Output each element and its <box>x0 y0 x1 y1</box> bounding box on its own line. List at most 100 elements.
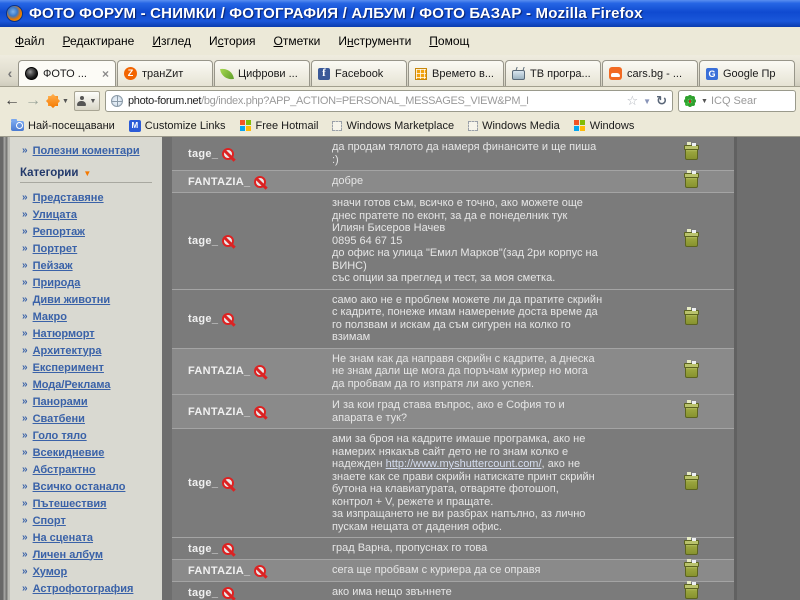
sidebar-item-13[interactable]: »Сватбени <box>10 410 162 427</box>
sidebar-item-21[interactable]: »Личен албум <box>10 546 162 563</box>
reload-icon[interactable]: ↻ <box>656 93 667 109</box>
back-button[interactable]: ← <box>4 93 20 109</box>
category-link[interactable]: Портрет <box>33 243 78 255</box>
tab-tranzit[interactable]: транZит <box>117 60 213 86</box>
category-link[interactable]: Панорами <box>33 396 88 408</box>
blocked-icon[interactable] <box>222 543 234 555</box>
blocked-icon[interactable] <box>254 365 266 377</box>
icq-flower-icon[interactable] <box>683 95 696 108</box>
sidebar-item-23[interactable]: »Астрофотография <box>10 580 162 597</box>
identity-button[interactable]: ▼ <box>74 91 100 111</box>
category-link[interactable]: Пътешествия <box>33 498 107 510</box>
quick-launch-button[interactable]: ▼ <box>46 94 69 108</box>
menu-item-bookmarks[interactable]: Отметки <box>265 30 330 52</box>
sidebar-item-6[interactable]: »Диви животни <box>10 291 162 308</box>
sidebar-item-3[interactable]: »Портрет <box>10 240 162 257</box>
blocked-icon[interactable] <box>222 587 234 599</box>
blocked-icon[interactable] <box>222 235 234 247</box>
delete-message-button[interactable] <box>685 312 698 325</box>
category-link[interactable]: Представяне <box>33 192 104 204</box>
search-input[interactable]: ICQ Sear <box>711 95 757 107</box>
forward-button[interactable]: → <box>25 93 41 109</box>
category-link[interactable]: Улицата <box>33 209 77 221</box>
tab-scroll-left-button[interactable]: ‹ <box>2 61 18 85</box>
category-link[interactable]: Сватбени <box>33 413 85 425</box>
username-link[interactable]: tage_ <box>188 235 218 247</box>
url-text[interactable]: photo-forum.net /bg/index.php?APP_ACTION… <box>128 95 622 107</box>
username-link[interactable]: tage_ <box>188 587 218 599</box>
sidebar-item-15[interactable]: »Всекидневие <box>10 444 162 461</box>
category-link[interactable]: Личен албум <box>33 549 103 561</box>
username-link[interactable]: FANTAZIA_ <box>188 176 250 188</box>
sidebar-item-17[interactable]: »Всичко останало <box>10 478 162 495</box>
bookmark-free-hotmail[interactable]: Free Hotmail <box>233 120 326 132</box>
sidebar-item-2[interactable]: »Репортаж <box>10 223 162 240</box>
url-bar[interactable]: photo-forum.net /bg/index.php?APP_ACTION… <box>105 90 673 112</box>
username-link[interactable]: FANTAZIA_ <box>188 565 250 577</box>
menu-item-history[interactable]: История <box>200 30 265 52</box>
category-link[interactable]: Пейзаж <box>33 260 73 272</box>
category-link[interactable]: Архитектура <box>33 345 102 357</box>
blocked-icon[interactable] <box>222 313 234 325</box>
category-link[interactable]: Природа <box>33 277 81 289</box>
tab-photo-forum[interactable]: ФОТО ...× <box>18 60 116 86</box>
search-box[interactable]: ▼ ICQ Sear <box>678 90 796 112</box>
tab-facebook[interactable]: Facebook <box>311 60 407 86</box>
blocked-icon[interactable] <box>222 477 234 489</box>
sidebar-item-12[interactable]: »Панорами <box>10 393 162 410</box>
category-link[interactable]: Всекидневие <box>33 447 105 459</box>
categories-heading[interactable]: Категории ▼ <box>20 167 152 183</box>
blocked-icon[interactable] <box>254 565 266 577</box>
blocked-icon[interactable] <box>254 176 266 188</box>
url-dropdown-icon[interactable]: ▼ <box>643 97 651 106</box>
delete-message-button[interactable] <box>685 477 698 490</box>
sidebar-item-16[interactable]: »Абстрактно <box>10 461 162 478</box>
sidebar-item-14[interactable]: »Голо тяло <box>10 427 162 444</box>
bookmark-star-icon[interactable]: ☆ <box>627 93 639 109</box>
delete-message-button[interactable] <box>685 405 698 418</box>
delete-message-button[interactable] <box>685 586 698 599</box>
category-link[interactable]: На сцената <box>33 532 93 544</box>
category-link[interactable]: Голо тяло <box>33 430 87 442</box>
tab-cars-bg[interactable]: cars.bg - ... <box>602 60 698 86</box>
category-link[interactable]: Спорт <box>33 515 66 527</box>
menu-item-view[interactable]: Изглед <box>143 30 200 52</box>
sidebar-item-19[interactable]: »Спорт <box>10 512 162 529</box>
bookmark-windows-marketplace[interactable]: Windows Marketplace <box>325 120 461 132</box>
blocked-icon[interactable] <box>222 148 234 160</box>
sidebar-item-4[interactable]: »Пейзаж <box>10 257 162 274</box>
sidebar-item-1[interactable]: »Улицата <box>10 206 162 223</box>
sidebar-item-9[interactable]: »Архитектура <box>10 342 162 359</box>
delete-message-button[interactable] <box>685 147 698 160</box>
category-link[interactable]: Абстрактно <box>33 464 96 476</box>
category-link[interactable]: Хумор <box>33 566 68 578</box>
delete-message-button[interactable] <box>685 365 698 378</box>
sidebar-item-22[interactable]: »Хумор <box>10 563 162 580</box>
blocked-icon[interactable] <box>254 406 266 418</box>
sidebar-top-link[interactable]: Полезни коментари <box>33 145 140 157</box>
menu-item-tools[interactable]: Инструменти <box>329 30 420 52</box>
sidebar-item-20[interactable]: »На сцената <box>10 529 162 546</box>
tab-vremeto[interactable]: Времето в... <box>408 60 504 86</box>
bookmark-customize-links[interactable]: Customize Links <box>122 120 233 132</box>
username-link[interactable]: FANTAZIA_ <box>188 365 250 377</box>
category-link[interactable]: Всичко останало <box>33 481 126 493</box>
bookmark-windows[interactable]: Windows <box>567 120 642 132</box>
username-link[interactable]: FANTAZIA_ <box>188 406 250 418</box>
sidebar-item-10[interactable]: »Експеримент <box>10 359 162 376</box>
delete-message-button[interactable] <box>685 175 698 188</box>
username-link[interactable]: tage_ <box>188 477 218 489</box>
username-link[interactable]: tage_ <box>188 313 218 325</box>
sidebar-item-7[interactable]: »Макро <box>10 308 162 325</box>
category-link[interactable]: Макро <box>33 311 67 323</box>
username-link[interactable]: tage_ <box>188 148 218 160</box>
delete-message-button[interactable] <box>685 234 698 247</box>
tab-tv-programa[interactable]: ТВ програ... <box>505 60 601 86</box>
bookmark-windows-media[interactable]: Windows Media <box>461 120 567 132</box>
category-link[interactable]: Репортаж <box>33 226 85 238</box>
category-link[interactable]: Мода/Реклама <box>33 379 111 391</box>
category-link[interactable]: Натюрморт <box>33 328 95 340</box>
username-link[interactable]: tage_ <box>188 543 218 555</box>
bookmark-most-visited[interactable]: Най-посещавани <box>4 120 122 132</box>
tab-close-icon[interactable]: × <box>102 69 109 79</box>
